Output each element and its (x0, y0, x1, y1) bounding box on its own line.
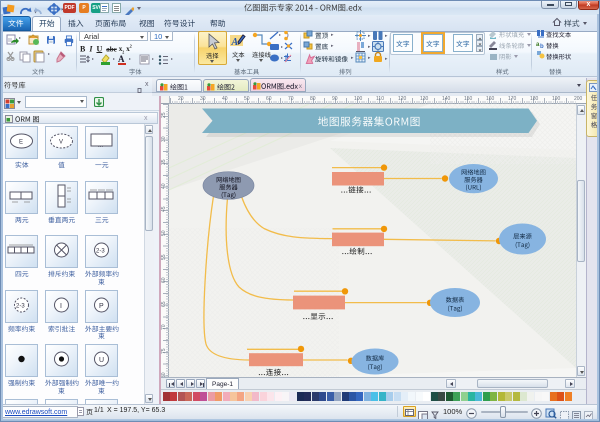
svg-text:V: V (59, 140, 63, 146)
svg-text:b: b (540, 44, 544, 50)
svg-text:2-3: 2-3 (16, 303, 25, 309)
svg-text:2-3: 2-3 (96, 249, 105, 255)
svg-text:A: A (231, 37, 239, 48)
svg-text:...: ... (98, 143, 103, 149)
svg-text:A: A (118, 54, 125, 64)
svg-text:I: I (60, 303, 62, 310)
svg-text:P: P (99, 303, 104, 310)
svg-text:E: E (19, 140, 23, 146)
svg-text:U: U (99, 357, 104, 364)
